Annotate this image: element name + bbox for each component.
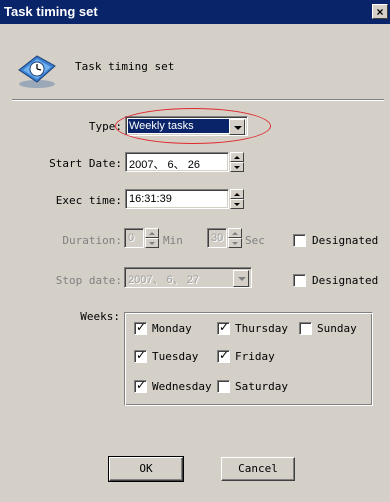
wednesday-label: Wednesday xyxy=(152,380,212,393)
spin-down-button[interactable] xyxy=(230,199,244,209)
type-label: Type: xyxy=(88,120,122,133)
duration-designated-label: Designated xyxy=(312,234,379,247)
duration-min-field[interactable]: 0 xyxy=(124,228,144,248)
tuesday-checkbox[interactable]: ✓ xyxy=(134,348,147,363)
stop-date-label: Stop date: xyxy=(55,274,122,287)
type-value: Weekly tasks xyxy=(129,120,194,132)
arrow-down-icon xyxy=(232,242,238,245)
stop-date-designated-checkbox[interactable] xyxy=(293,274,306,287)
header-divider xyxy=(12,99,384,101)
friday-checkbox[interactable]: ✓ xyxy=(217,348,230,363)
duration-min-value: 0 xyxy=(128,232,135,244)
stop-date-value: 2007、 6、 27 xyxy=(128,274,199,286)
duration-sec-unit: Sec xyxy=(245,234,265,247)
chevron-down-icon xyxy=(234,126,242,130)
arrow-down-icon xyxy=(234,166,240,169)
arrow-down-icon xyxy=(234,203,240,206)
sunday-label: Sunday xyxy=(317,322,357,335)
task-timing-dialog: Task timing set × Task timing set Type: … xyxy=(0,0,390,502)
checkmark-icon: ✓ xyxy=(136,320,147,334)
spin-down-button[interactable] xyxy=(145,238,159,248)
sunday-checkbox[interactable] xyxy=(299,322,312,335)
saturday-checkbox[interactable] xyxy=(217,380,230,393)
duration-min-unit: Min xyxy=(163,234,183,247)
exec-time-spinner[interactable] xyxy=(230,189,244,209)
saturday-label: Saturday xyxy=(235,380,288,393)
task-schedule-icon xyxy=(18,55,56,88)
type-dropdown[interactable]: Weekly tasks xyxy=(125,116,248,136)
chevron-down-icon xyxy=(238,277,246,281)
stop-date-dropdown-button[interactable] xyxy=(233,270,249,287)
spin-up-button[interactable] xyxy=(230,189,244,199)
duration-min-spinner[interactable] xyxy=(145,228,159,248)
arrow-down-icon xyxy=(149,242,155,245)
checkmark-icon: ✓ xyxy=(136,348,147,362)
header-title: Task timing set xyxy=(75,60,175,73)
arrow-up-icon xyxy=(232,232,238,235)
spin-down-button[interactable] xyxy=(230,162,244,172)
start-date-spinner[interactable] xyxy=(230,152,244,172)
window-title: Task timing set xyxy=(4,4,98,19)
thursday-checkbox[interactable]: ✓ xyxy=(217,320,230,335)
exec-time-label: Exec time: xyxy=(55,194,122,207)
wednesday-checkbox[interactable]: ✓ xyxy=(134,378,147,393)
start-date-label: Start Date: xyxy=(49,157,122,170)
duration-label: Duration: xyxy=(62,234,122,247)
monday-checkbox[interactable]: ✓ xyxy=(134,320,147,335)
arrow-up-icon xyxy=(234,193,240,196)
type-dropdown-button[interactable] xyxy=(229,119,245,135)
checkmark-icon: ✓ xyxy=(136,378,147,392)
close-button[interactable]: × xyxy=(372,4,388,19)
duration-sec-field[interactable]: 30 xyxy=(207,228,227,248)
start-date-field[interactable]: 2007、 6、 26 xyxy=(125,152,229,172)
stop-date-dropdown[interactable]: 2007、 6、 27 xyxy=(124,267,252,288)
duration-designated-checkbox[interactable] xyxy=(293,234,306,247)
duration-sec-value: 30 xyxy=(211,232,224,244)
checkmark-icon: ✓ xyxy=(219,320,230,334)
spin-up-button[interactable] xyxy=(145,228,159,238)
cancel-button[interactable]: Cancel xyxy=(221,457,295,481)
exec-time-value: 16:31:39 xyxy=(129,193,172,205)
spin-down-button[interactable] xyxy=(228,238,242,248)
exec-time-field[interactable]: 16:31:39 xyxy=(125,189,229,209)
arrow-up-icon xyxy=(149,232,155,235)
thursday-label: Thursday xyxy=(235,322,288,335)
duration-sec-spinner[interactable] xyxy=(228,228,242,248)
stop-date-designated-label: Designated xyxy=(312,274,379,287)
monday-label: Monday xyxy=(152,322,192,335)
spin-up-button[interactable] xyxy=(228,228,242,238)
spin-up-button[interactable] xyxy=(230,152,244,162)
checkmark-icon: ✓ xyxy=(219,348,230,362)
friday-label: Friday xyxy=(235,350,275,363)
tuesday-label: Tuesday xyxy=(152,350,199,363)
ok-button[interactable]: OK xyxy=(108,456,184,482)
start-date-value: 2007、 6、 26 xyxy=(129,159,200,171)
weeks-label: Weeks: xyxy=(80,310,120,323)
dialog-header: Task timing set xyxy=(0,24,390,99)
title-bar[interactable]: Task timing set × xyxy=(0,0,390,24)
arrow-up-icon xyxy=(234,156,240,159)
